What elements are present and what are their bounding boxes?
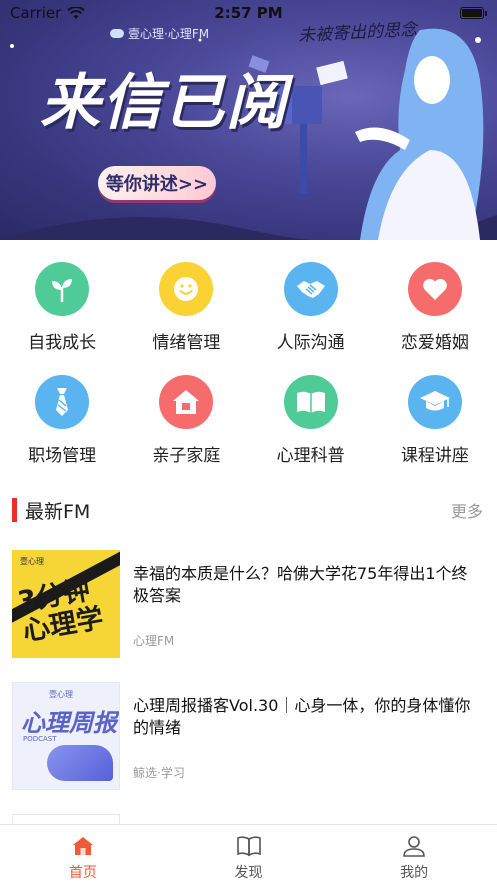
tab-label: 首页: [68, 865, 97, 881]
fm-list: 壹心理 3 MINUTES PSYCHOLOGY 3分钟 心理学 幸福的本质是什…: [0, 550, 497, 824]
category-icon-bg: [407, 262, 462, 316]
graduation-cap-icon: [419, 391, 450, 411]
section-accent-bar: [12, 498, 17, 522]
more-link[interactable]: 更多: [451, 498, 483, 522]
banner-brand-text: 壹心理·心理FM: [128, 27, 210, 41]
tab-home[interactable]: 首页: [0, 825, 166, 883]
category-label: 心理科普: [276, 446, 345, 466]
category-social[interactable]: 人际沟通: [249, 262, 373, 375]
category-icon-bg: [35, 262, 90, 316]
fm-cover-image: 壹心理 心理周报 PODCAST: [12, 682, 120, 790]
category-label: 恋爱婚姻: [400, 333, 469, 353]
tie-icon: [56, 388, 69, 416]
banner-cta-button[interactable]: 等你讲述>>: [98, 166, 216, 200]
category-grid: 自我成长 情绪管理 人际沟通 恋爱婚姻 职场管理 亲子家庭 心理科普 课程讲座: [0, 262, 497, 488]
cover-subtitle: PODCAST: [23, 735, 57, 743]
tab-profile[interactable]: 我的: [331, 825, 497, 883]
promo-banner[interactable]: 壹心理·心理FM 未被寄出的思念 来信已阅 等你讲述>>: [0, 0, 497, 240]
tab-discover[interactable]: 发现: [166, 825, 332, 883]
cloud-logo-icon: [110, 29, 124, 38]
cover-title: 3分钟 心理学: [15, 574, 106, 648]
book-open-icon: [236, 836, 261, 857]
category-workplace[interactable]: 职场管理: [0, 375, 124, 488]
handshake-icon: [296, 281, 325, 298]
heart-icon: [423, 278, 447, 300]
fm-item-source: 心理FM: [133, 634, 175, 648]
category-icon-bg: [35, 375, 90, 429]
fm-item-title: 心理周报播客Vol.30｜心身一体，你的身体懂你的情绪: [133, 696, 471, 737]
fm-item-source: 鲸选·学习: [133, 766, 185, 780]
tab-bar: 首页 发现 我的: [0, 824, 497, 883]
app-screen: 壹心理·心理FM 未被寄出的思念 来信已阅 等你讲述>> Carrier 2:5…: [0, 0, 497, 883]
category-label: 课程讲座: [400, 446, 469, 466]
fm-list-item-partial[interactable]: [12, 814, 120, 824]
carrier-label: Carrier: [10, 4, 62, 22]
category-label: 自我成长: [28, 333, 97, 353]
category-icon-bg: [283, 262, 338, 316]
category-label: 职场管理: [28, 446, 97, 466]
status-bar: Carrier 2:57 PM: [0, 0, 497, 26]
category-row: 自我成长 情绪管理 人际沟通 恋爱婚姻: [0, 262, 497, 375]
category-family[interactable]: 亲子家庭: [124, 375, 248, 488]
category-row: 职场管理 亲子家庭 心理科普 课程讲座: [0, 375, 497, 488]
tab-label: 发现: [234, 865, 263, 881]
book-icon: [296, 391, 325, 413]
category-label: 人际沟通: [276, 333, 345, 353]
cover-logo: 壹心理: [49, 690, 73, 699]
fm-list-item[interactable]: 壹心理 3 MINUTES PSYCHOLOGY 3分钟 心理学 幸福的本质是什…: [0, 550, 497, 682]
category-icon-bg: [159, 262, 214, 316]
cover-logo: 壹心理: [20, 557, 44, 566]
whale-illustration: [47, 745, 113, 781]
fm-list-item[interactable]: 壹心理 心理周报 PODCAST 心理周报播客Vol.30｜心身一体，你的身体懂…: [0, 682, 497, 814]
category-icon-bg: [283, 375, 338, 429]
fm-section-header: 最新FM 更多: [0, 496, 497, 524]
section-title: 最新FM: [25, 500, 91, 523]
category-label: 亲子家庭: [152, 446, 221, 466]
banner-brand: 壹心理·心理FM: [110, 25, 209, 42]
category-course[interactable]: 课程讲座: [373, 375, 497, 488]
user-icon: [403, 836, 425, 857]
cover-title: 心理周报: [21, 709, 117, 737]
home-tab-icon: [72, 837, 93, 855]
category-science[interactable]: 心理科普: [249, 375, 373, 488]
category-self-growth[interactable]: 自我成长: [0, 262, 124, 375]
category-emotion[interactable]: 情绪管理: [124, 262, 248, 375]
status-time: 2:57 PM: [214, 4, 283, 22]
home-icon: [173, 390, 200, 414]
tab-label: 我的: [400, 865, 429, 881]
fm-cover-image: 壹心理 3 MINUTES PSYCHOLOGY 3分钟 心理学: [12, 550, 120, 658]
sprout-icon: [52, 279, 73, 303]
category-icon-bg: [407, 375, 462, 429]
banner-title: 来信已阅: [40, 68, 288, 138]
category-icon-bg: [159, 375, 214, 429]
category-love[interactable]: 恋爱婚姻: [373, 262, 497, 375]
category-label: 情绪管理: [152, 333, 221, 353]
battery-icon: [460, 7, 487, 19]
fm-item-title: 幸福的本质是什么？哈佛大学花75年得出1个终极答案: [133, 564, 468, 605]
wifi-icon: [67, 6, 86, 19]
smile-icon: [174, 277, 199, 301]
